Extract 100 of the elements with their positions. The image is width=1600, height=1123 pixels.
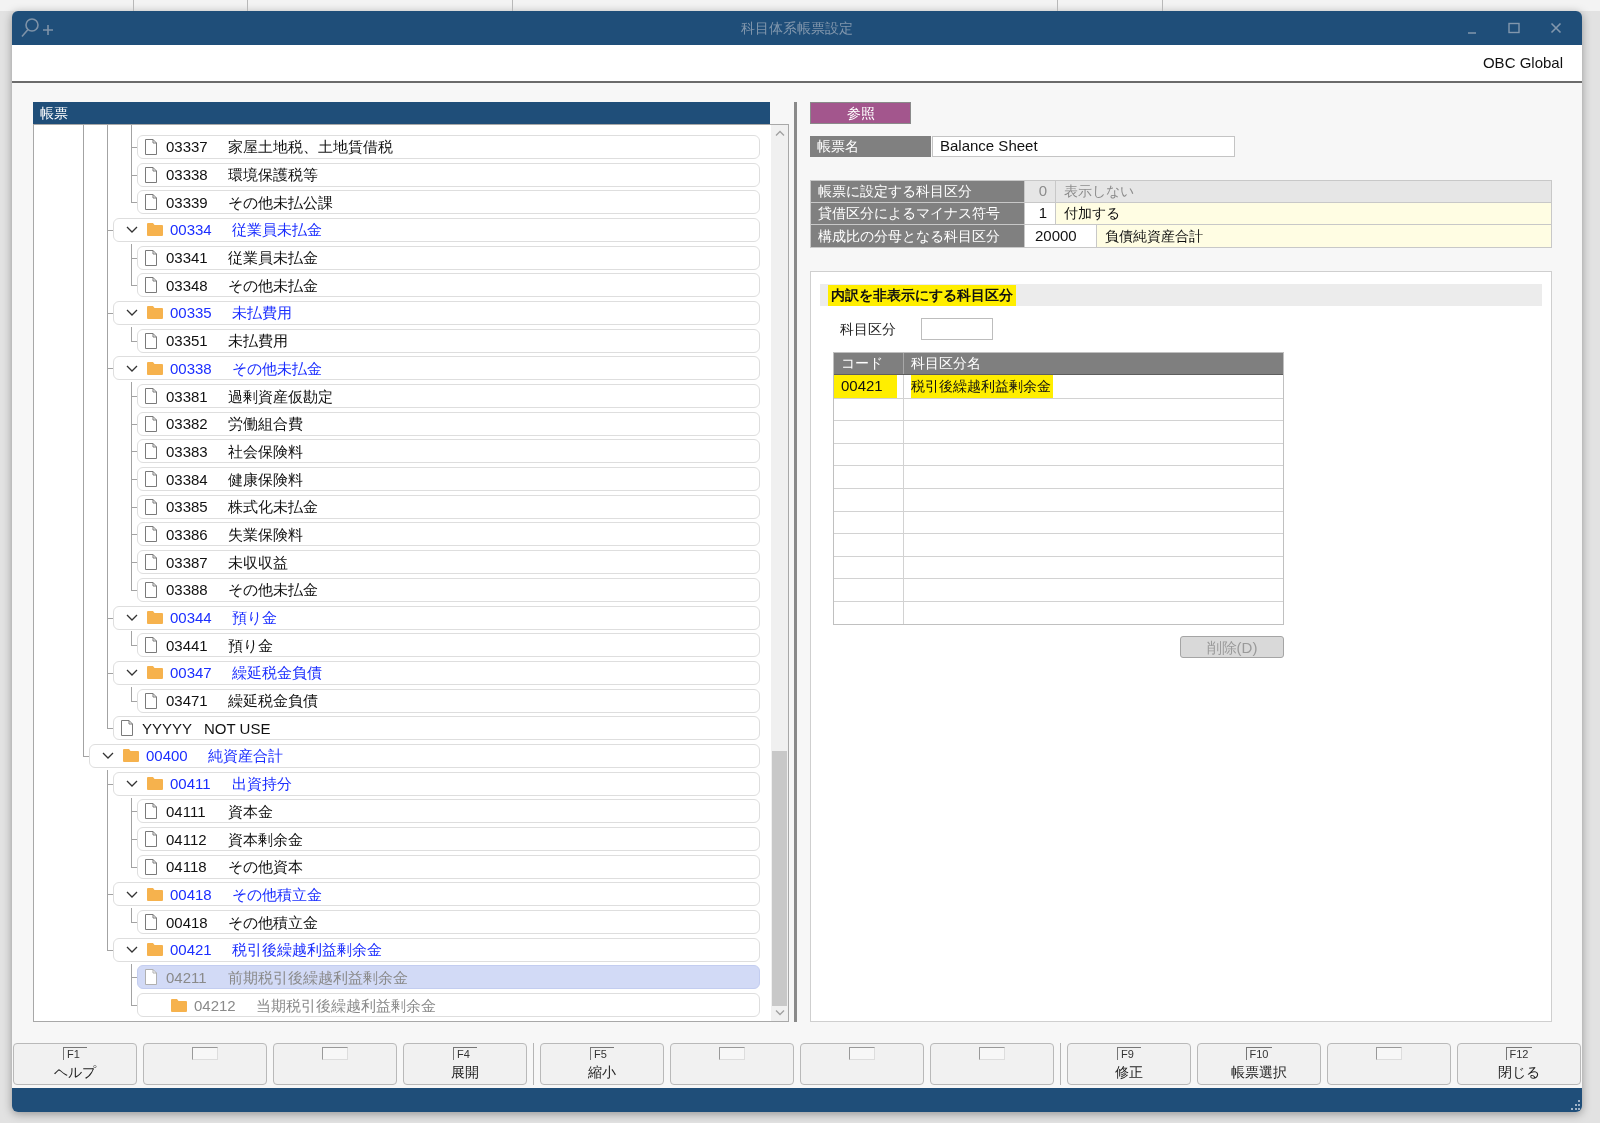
item-code: 00421 [170, 942, 213, 958]
item-code: 00335 [170, 305, 213, 321]
tree-item[interactable]: 03341 従業員未払金 [137, 245, 760, 270]
text-field[interactable]: Balance Sheet [932, 136, 1235, 157]
item-name: 資本金 [228, 803, 273, 819]
key-hint: F4 [453, 1047, 477, 1060]
tree-item[interactable]: 04112 資本剰余金 [137, 827, 760, 852]
tree-item[interactable]: 03384 健康保険料 [137, 467, 760, 492]
chevron-down-icon[interactable] [126, 614, 138, 622]
function-key-button[interactable]: F9 修正 [1067, 1043, 1191, 1085]
item-code: 00418 [166, 914, 209, 930]
tree-item[interactable]: 03348 その他未払金 [137, 273, 760, 298]
item-name: 過剰資産仮勘定 [228, 388, 333, 404]
close-icon[interactable] [1550, 22, 1562, 34]
chevron-down-icon[interactable] [126, 946, 138, 954]
item-code: 00418 [170, 886, 213, 902]
chevron-down-icon[interactable] [126, 780, 138, 788]
item-name: 労働組合費 [228, 416, 303, 432]
tree-item[interactable]: YYYYY NOT USE [113, 716, 760, 741]
tree-item[interactable]: 00418 その他積立金 [113, 882, 760, 907]
tree-item[interactable]: 00421 税引後繰越利益剰余金 [113, 937, 760, 962]
chevron-down-icon[interactable] [102, 752, 114, 760]
item-code: 03384 [166, 471, 209, 487]
tree-item[interactable]: 03386 失業保険料 [137, 522, 760, 547]
blank-key-icon [979, 1047, 1005, 1060]
scrollbar[interactable] [771, 125, 788, 1021]
company-name: OBC Global [1482, 52, 1563, 73]
function-key-button[interactable] [143, 1043, 267, 1085]
function-key-button[interactable]: F1 ヘルプ [13, 1043, 137, 1085]
tree-item[interactable]: 03383 社会保険料 [137, 439, 760, 464]
item-name: NOT USE [204, 720, 271, 736]
item-code: YYYYY [142, 720, 194, 736]
item-code: 03341 [166, 250, 209, 266]
function-key-button[interactable] [800, 1043, 924, 1085]
tree-item[interactable]: 00347 繰延税金負債 [113, 660, 760, 685]
document-icon [145, 803, 157, 820]
item-name: 出資持分 [232, 776, 292, 792]
item-code: 03351 [166, 333, 209, 349]
function-key-button[interactable]: F4 展開 [403, 1043, 527, 1085]
document-icon [145, 969, 157, 986]
tree-item[interactable]: 03385 株式化未払金 [137, 494, 760, 519]
blank-key-icon [719, 1047, 745, 1060]
tree-item[interactable]: 03471 繰延税金負債 [137, 688, 760, 713]
function-key-button[interactable]: F10 帳票選択 [1197, 1043, 1321, 1085]
chevron-down-icon[interactable] [126, 309, 138, 317]
tree-item[interactable]: 03337 家屋土地税、土地賃借税 [137, 134, 760, 159]
item-name: その他積立金 [228, 914, 318, 930]
function-key-button[interactable] [1327, 1043, 1451, 1085]
chevron-down-icon[interactable] [126, 364, 138, 372]
tree-item[interactable]: 03388 その他未払金 [137, 577, 760, 602]
document-icon [145, 831, 157, 848]
tree-item[interactable]: 03381 過剰資産仮勘定 [137, 384, 760, 409]
zoom-in-icon[interactable] [20, 17, 54, 39]
resize-grip-icon[interactable] [1570, 1100, 1580, 1110]
document-icon [145, 498, 157, 515]
tree-item[interactable]: 04118 その他資本 [137, 854, 760, 879]
panel-title: 帳票 [40, 103, 68, 123]
tree-item[interactable]: 00334 従業員未払金 [113, 217, 760, 242]
tree-item[interactable]: 00400 純資産合計 [89, 743, 760, 768]
document-icon [145, 138, 157, 155]
item-name: 社会保険料 [228, 443, 303, 459]
tree-item[interactable]: 03441 預り金 [137, 633, 760, 658]
chevron-down-icon[interactable] [126, 669, 138, 677]
tree-item[interactable]: 03339 その他未払公課 [137, 190, 760, 215]
tree-item[interactable]: 00418 その他積立金 [137, 910, 760, 935]
section-title: 内訳を非表示にする科目区分 [828, 284, 1016, 306]
input-field[interactable] [921, 318, 993, 340]
tree-item[interactable]: 03351 未払費用 [137, 328, 760, 353]
tree-item[interactable]: 00338 その他未払金 [113, 356, 760, 381]
maximize-icon[interactable] [1508, 22, 1520, 34]
document-icon [145, 914, 157, 931]
tree-item[interactable]: 03387 未収収益 [137, 550, 760, 575]
reference-button[interactable]: 参照 [810, 102, 911, 124]
document-icon [145, 415, 157, 432]
item-code: 03348 [166, 277, 209, 293]
item-name: 純資産合計 [208, 748, 283, 764]
tree-item[interactable]: 00344 預り金 [113, 605, 760, 630]
tree-item[interactable]: 00411 出資持分 [113, 771, 760, 796]
blank-key-icon [849, 1047, 875, 1060]
tree-item[interactable]: 04111 資本金 [137, 799, 760, 824]
tree-item[interactable]: 03338 環境保護税等 [137, 162, 760, 187]
item-name: 環境保護税等 [228, 167, 318, 183]
folder-icon [147, 943, 163, 957]
chevron-up-icon[interactable] [774, 130, 785, 136]
function-key-button[interactable] [670, 1043, 794, 1085]
tree-item[interactable]: 03382 労働組合費 [137, 411, 760, 436]
function-key-button[interactable] [930, 1043, 1054, 1085]
item-name: 従業員未払金 [228, 250, 318, 266]
chevron-down-icon[interactable] [126, 226, 138, 234]
scrollbar-thumb[interactable] [772, 751, 787, 1006]
function-key-button[interactable] [273, 1043, 397, 1085]
function-key-button[interactable]: F12 閉じる [1457, 1043, 1581, 1085]
tree-item[interactable]: 00335 未払費用 [113, 300, 760, 325]
document-icon [145, 554, 157, 571]
function-key-button[interactable]: F5 縮小 [540, 1043, 664, 1085]
code-field[interactable]: 20000 [1025, 225, 1097, 247]
folder-icon [123, 749, 139, 763]
code-field[interactable]: 1 [1025, 203, 1056, 224]
chevron-down-icon[interactable] [126, 890, 138, 898]
item-name: 従業員未払金 [232, 222, 322, 238]
